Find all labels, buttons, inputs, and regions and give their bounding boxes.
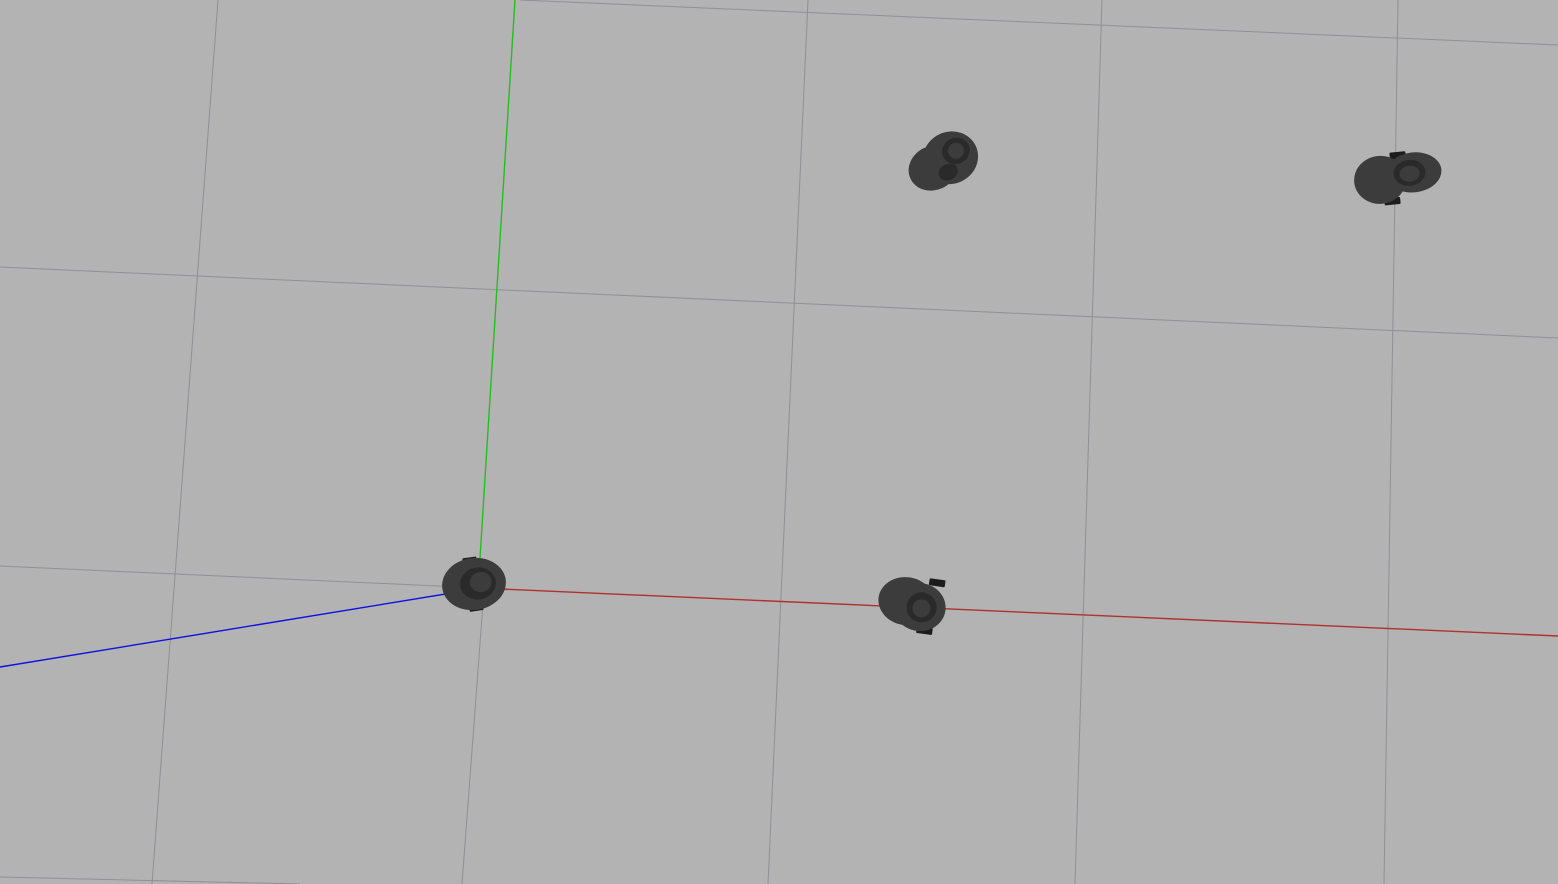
scene-canvas[interactable] (0, 0, 1558, 884)
3d-scene-viewport[interactable] (0, 0, 1558, 884)
ground-plane (0, 0, 1558, 884)
